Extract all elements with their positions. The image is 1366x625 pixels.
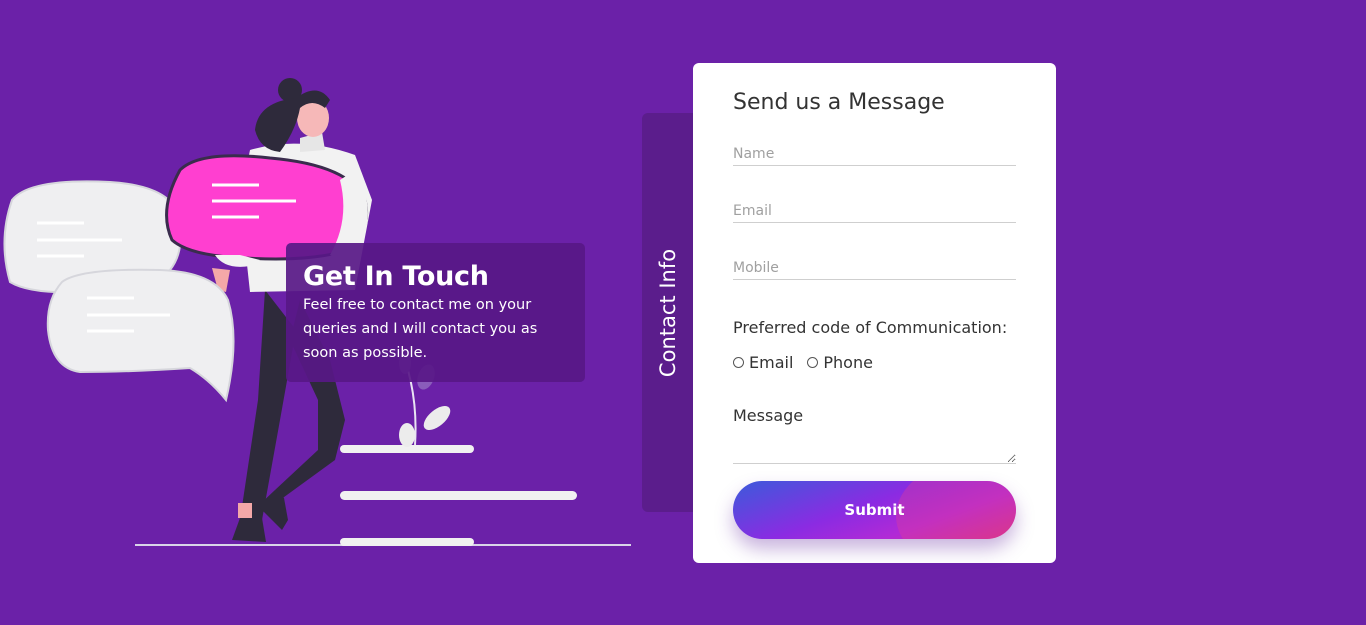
message-label: Message xyxy=(733,406,804,425)
button-sheen xyxy=(896,481,1016,539)
name-input[interactable] xyxy=(733,144,1016,166)
radio-email-circle[interactable] xyxy=(733,357,744,368)
message-textarea[interactable] xyxy=(733,433,1016,464)
radio-email[interactable]: Email xyxy=(733,353,793,372)
get-in-touch-card: Get In Touch Feel free to contact me on … xyxy=(286,243,585,382)
submit-label: Submit xyxy=(844,501,905,519)
get-in-touch-text: Feel free to contact me on your queries … xyxy=(303,297,538,361)
contact-page: Get In Touch Feel free to contact me on … xyxy=(0,0,1366,625)
radio-phone-label: Phone xyxy=(823,353,873,372)
communication-radio-group: Email Phone xyxy=(733,353,887,372)
contact-info-label: Contact Info xyxy=(656,248,680,377)
radio-phone-circle[interactable] xyxy=(807,357,819,368)
contact-info-tab[interactable]: Contact Info xyxy=(642,113,694,512)
radio-email-label: Email xyxy=(749,353,794,372)
submit-button[interactable]: Submit xyxy=(733,481,1016,539)
form-heading: Send us a Message xyxy=(733,90,945,115)
communication-preference-label: Preferred code of Communication: xyxy=(733,318,1008,337)
radio-phone[interactable]: Phone xyxy=(807,353,873,372)
mobile-input[interactable] xyxy=(733,258,1016,280)
message-form-card: Send us a Message Preferred code of Comm… xyxy=(693,63,1056,563)
email-input[interactable] xyxy=(733,201,1016,223)
get-in-touch-title: Get In Touch xyxy=(303,261,489,292)
